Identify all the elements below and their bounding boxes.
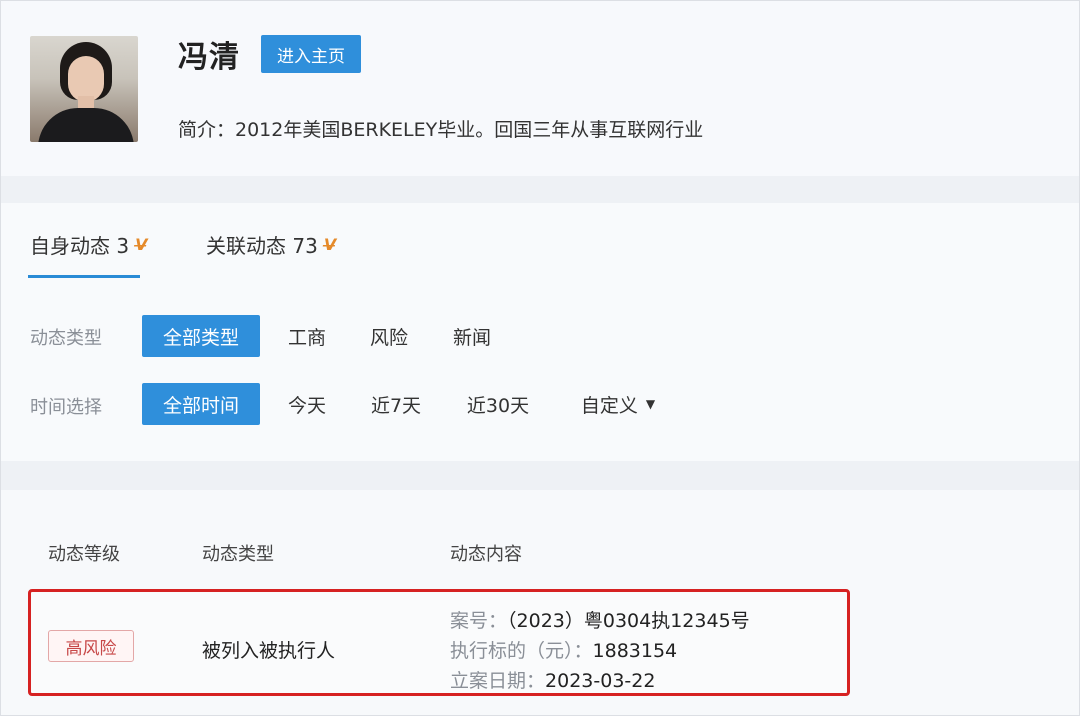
detail-key: 案号： (450, 610, 508, 632)
activity-table: 动态等级 动态类型 动态内容 高风险 被列入被执行人 案号：（2023）粤030… (0, 490, 1080, 716)
filter-panel: 自身动态 3 V̶ 关联动态 73 V̶ 动态类型 全部类型 工商 风险 新闻 … (0, 203, 1080, 461)
time-filter-label: 时间选择 (30, 397, 102, 418)
header-type: 动态类型 (202, 544, 274, 565)
type-option-risk[interactable]: 风险 (362, 315, 416, 357)
tab-label: 自身动态 3 (30, 234, 130, 258)
detail-key: 立案日期： (450, 670, 546, 692)
custom-label: 自定义 (580, 394, 638, 417)
risk-level-badge: 高风险 (48, 630, 134, 662)
detail-value: 1883154 (592, 640, 678, 662)
avatar[interactable] (30, 36, 138, 142)
row-activity-type: 被列入被执行人 (202, 640, 336, 662)
type-option-all[interactable]: 全部类型 (142, 315, 260, 357)
page: 冯清 进入主页 简介：2012年美国BERKELEY毕业。回国三年从事互联网行业… (0, 0, 1080, 716)
time-option-7days[interactable]: 近7天 (362, 383, 430, 425)
detail-value: （2023）粤0304执12345号 (507, 610, 750, 632)
time-option-30days[interactable]: 近30天 (458, 383, 538, 425)
header-level: 动态等级 (48, 544, 120, 565)
v-badge-icon: V̶ (323, 235, 337, 254)
detail-value: 2023-03-22 (545, 670, 656, 692)
type-option-news[interactable]: 新闻 (445, 315, 499, 357)
v-badge-icon: V̶ (135, 235, 148, 254)
caret-down-icon: ▼ (645, 397, 656, 411)
type-option-business[interactable]: 工商 (280, 315, 334, 357)
tab-self-activity[interactable]: 自身动态 3 V̶ (30, 230, 147, 259)
enter-homepage-button[interactable]: 进入主页 (261, 35, 361, 73)
detail-case-number: 案号：（2023）粤0304执12345号 (450, 606, 750, 633)
tab-label: 关联动态 73 (206, 234, 318, 258)
detail-key: 执行标的（元）： (450, 640, 593, 662)
profile-intro: 简介：2012年美国BERKELEY毕业。回国三年从事互联网行业 (178, 119, 704, 141)
detail-filing-date: 立案日期：2023-03-22 (450, 666, 655, 693)
time-option-today[interactable]: 今天 (280, 383, 334, 425)
active-tab-underline (28, 275, 140, 278)
profile-card: 冯清 进入主页 简介：2012年美国BERKELEY毕业。回国三年从事互联网行业 (0, 0, 1080, 176)
time-option-all[interactable]: 全部时间 (142, 383, 260, 425)
header-content: 动态内容 (450, 544, 522, 565)
type-filter-label: 动态类型 (30, 328, 102, 349)
profile-name: 冯清 (178, 40, 240, 75)
detail-execution-amount: 执行标的（元）：1883154 (450, 636, 677, 663)
tab-related-activity[interactable]: 关联动态 73 V̶ (206, 230, 336, 259)
time-option-custom-dropdown[interactable]: 自定义 ▼ (570, 383, 666, 425)
